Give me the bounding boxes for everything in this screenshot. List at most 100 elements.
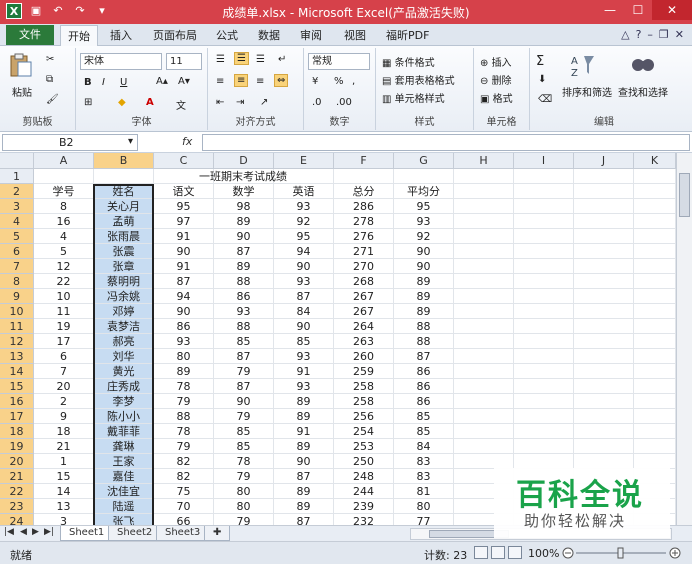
column-header-h[interactable]: H bbox=[454, 153, 514, 169]
cell[interactable]: 253 bbox=[334, 439, 394, 454]
cell[interactable] bbox=[574, 424, 634, 439]
cell[interactable] bbox=[514, 454, 574, 469]
cell[interactable]: 22 bbox=[34, 274, 94, 289]
cell[interactable]: 93 bbox=[214, 304, 274, 319]
cell[interactable]: 254 bbox=[334, 424, 394, 439]
cell[interactable]: 248 bbox=[334, 469, 394, 484]
cell[interactable]: 80 bbox=[214, 499, 274, 514]
italic-button[interactable]: I bbox=[102, 77, 105, 88]
cell[interactable] bbox=[634, 259, 676, 274]
cell[interactable]: 259 bbox=[334, 364, 394, 379]
merge-center-icon[interactable]: ⇔ bbox=[274, 74, 289, 87]
cell[interactable] bbox=[514, 259, 574, 274]
underline-button[interactable]: U bbox=[120, 77, 127, 88]
row-header[interactable]: 10 bbox=[0, 304, 34, 319]
cell[interactable]: 80 bbox=[214, 484, 274, 499]
font-name-select[interactable]: 宋体 bbox=[80, 53, 162, 70]
cell[interactable] bbox=[574, 319, 634, 334]
cell[interactable]: 刘华 bbox=[94, 349, 154, 364]
cell[interactable] bbox=[514, 169, 574, 184]
number-format-select[interactable]: 常规 bbox=[308, 53, 370, 70]
cell[interactable] bbox=[634, 394, 676, 409]
cell[interactable]: 90 bbox=[274, 259, 334, 274]
cell[interactable] bbox=[634, 199, 676, 214]
cell[interactable] bbox=[634, 274, 676, 289]
cell[interactable] bbox=[454, 169, 514, 184]
cell[interactable] bbox=[454, 334, 514, 349]
align-center-icon[interactable]: ≡ bbox=[234, 74, 249, 87]
cell[interactable] bbox=[514, 319, 574, 334]
cell[interactable]: 85 bbox=[214, 424, 274, 439]
column-header-c[interactable]: C bbox=[154, 153, 214, 169]
cell[interactable]: 91 bbox=[274, 424, 334, 439]
orientation-icon[interactable]: ↗ bbox=[260, 97, 268, 108]
cell[interactable]: 93 bbox=[274, 274, 334, 289]
cell[interactable]: 78 bbox=[154, 424, 214, 439]
vertical-scrollbar[interactable] bbox=[676, 153, 692, 525]
cell[interactable] bbox=[574, 274, 634, 289]
row-header[interactable]: 13 bbox=[0, 349, 34, 364]
cell[interactable]: 271 bbox=[334, 244, 394, 259]
cell[interactable]: 89 bbox=[274, 394, 334, 409]
prev-sheet-icon[interactable]: ◀ bbox=[20, 527, 27, 537]
cell[interactable]: 87 bbox=[214, 244, 274, 259]
row-header[interactable]: 23 bbox=[0, 499, 34, 514]
cell[interactable]: 郝亮 bbox=[94, 334, 154, 349]
cell[interactable] bbox=[574, 454, 634, 469]
bold-button[interactable]: B bbox=[84, 77, 92, 88]
cell[interactable] bbox=[634, 409, 676, 424]
cell[interactable]: 95 bbox=[394, 199, 454, 214]
name-box-dropdown-icon[interactable]: ▾ bbox=[128, 136, 133, 147]
cell[interactable] bbox=[574, 349, 634, 364]
cell[interactable]: 93 bbox=[154, 334, 214, 349]
help-icon[interactable]: ? bbox=[636, 28, 642, 41]
cell[interactable] bbox=[574, 244, 634, 259]
cell[interactable]: 21 bbox=[34, 439, 94, 454]
row-header[interactable]: 19 bbox=[0, 439, 34, 454]
cell[interactable]: 83 bbox=[394, 469, 454, 484]
cell[interactable]: 93 bbox=[394, 214, 454, 229]
cell[interactable]: 87 bbox=[214, 379, 274, 394]
cell[interactable]: 244 bbox=[334, 484, 394, 499]
row-header[interactable]: 14 bbox=[0, 364, 34, 379]
align-middle-icon[interactable]: ☰ bbox=[234, 52, 249, 65]
column-header-j[interactable]: J bbox=[574, 153, 634, 169]
cell[interactable]: 关心月 bbox=[94, 199, 154, 214]
cell[interactable]: 6 bbox=[34, 349, 94, 364]
cell[interactable]: 13 bbox=[34, 499, 94, 514]
zoom-slider[interactable] bbox=[562, 546, 682, 560]
cell[interactable]: 239 bbox=[334, 499, 394, 514]
cell[interactable]: 冯余姚 bbox=[94, 289, 154, 304]
cell[interactable]: 70 bbox=[154, 499, 214, 514]
sheet-title[interactable]: 一班期末考试成绩 bbox=[94, 169, 392, 184]
cell[interactable]: 87 bbox=[274, 514, 334, 525]
cell[interactable]: 79 bbox=[214, 469, 274, 484]
tab-view[interactable]: 视图 bbox=[344, 27, 366, 43]
cell[interactable]: 90 bbox=[274, 454, 334, 469]
column-header-d[interactable]: D bbox=[214, 153, 274, 169]
cell[interactable]: 258 bbox=[334, 379, 394, 394]
cell[interactable]: 姓名 bbox=[94, 184, 154, 199]
cell[interactable]: 陆遥 bbox=[94, 499, 154, 514]
window-close-icon[interactable]: ✕ bbox=[675, 28, 684, 41]
copy-icon[interactable]: ⧉ bbox=[46, 74, 53, 85]
cell[interactable]: 89 bbox=[214, 259, 274, 274]
cell[interactable] bbox=[514, 424, 574, 439]
cell[interactable] bbox=[514, 229, 574, 244]
align-right-icon[interactable]: ≡ bbox=[256, 76, 264, 87]
cell[interactable]: 87 bbox=[274, 469, 334, 484]
cell[interactable]: 92 bbox=[394, 229, 454, 244]
clear-icon[interactable]: ⌫ bbox=[538, 94, 552, 105]
cell[interactable]: 95 bbox=[274, 229, 334, 244]
cell[interactable]: 5 bbox=[34, 244, 94, 259]
cell[interactable]: 89 bbox=[274, 409, 334, 424]
cell[interactable]: 86 bbox=[394, 364, 454, 379]
next-sheet-icon[interactable]: ▶ bbox=[32, 527, 39, 537]
cell[interactable] bbox=[514, 184, 574, 199]
cell[interactable]: 语文 bbox=[154, 184, 214, 199]
format-cells-button[interactable]: ▣ 格式 bbox=[480, 90, 513, 105]
cell[interactable]: 97 bbox=[154, 214, 214, 229]
cell[interactable]: 学号 bbox=[34, 184, 94, 199]
cell[interactable]: 87 bbox=[214, 349, 274, 364]
cell[interactable]: 286 bbox=[334, 199, 394, 214]
